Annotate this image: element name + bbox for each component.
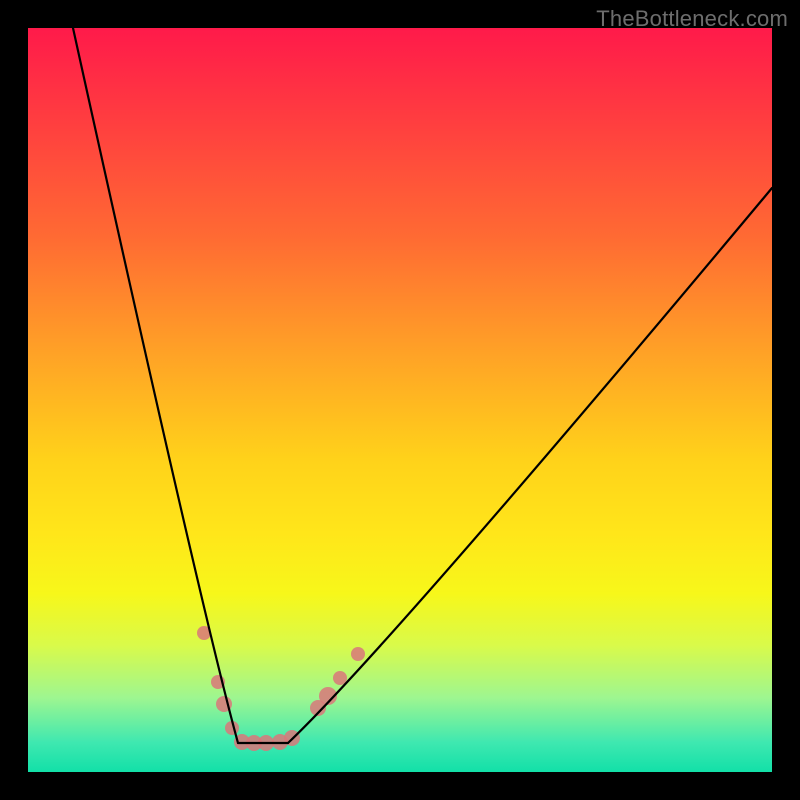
chart-stage: TheBottleneck.com [0, 0, 800, 800]
plot-area [28, 28, 772, 772]
curve-layer [28, 28, 772, 772]
curve-left-arm [73, 28, 238, 743]
data-marker [351, 647, 365, 661]
watermark-text: TheBottleneck.com [596, 6, 788, 32]
